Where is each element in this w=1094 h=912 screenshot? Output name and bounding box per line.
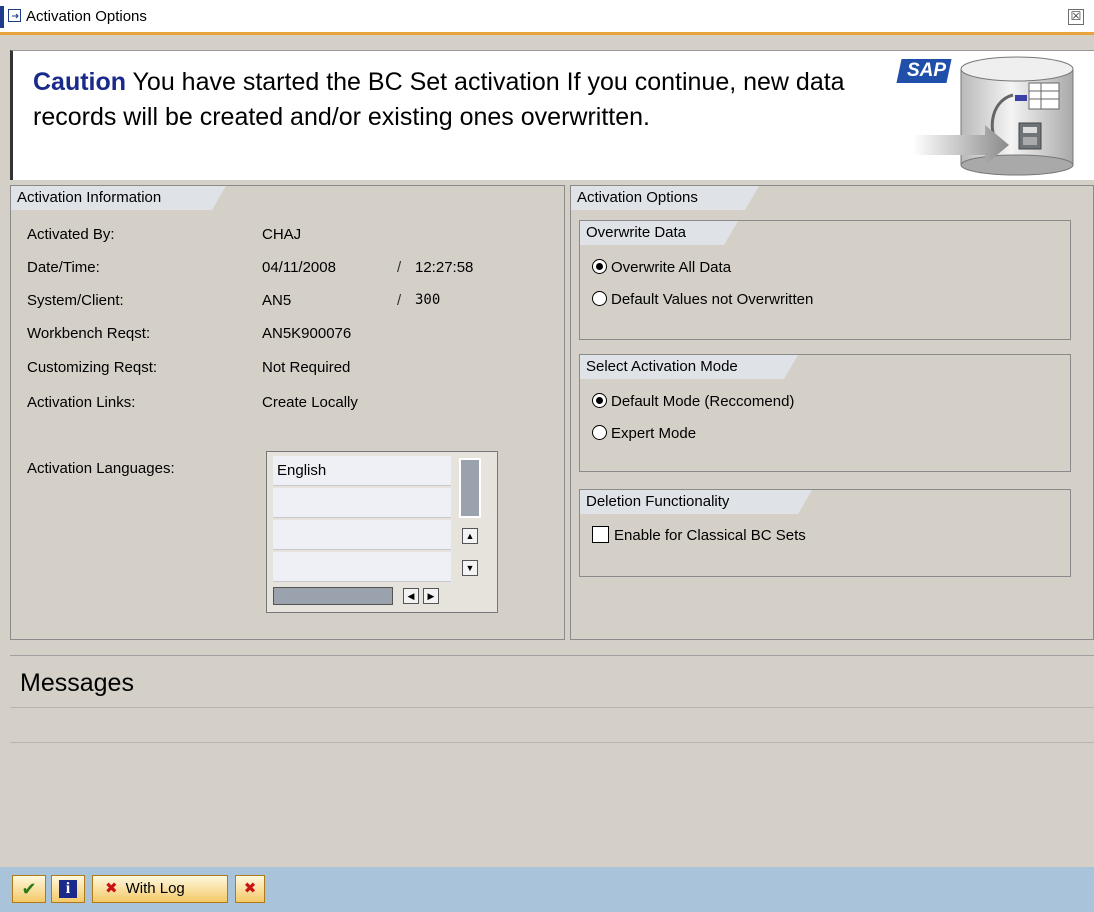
activation-links-value: Create Locally xyxy=(262,394,358,411)
activated-by-value: CHAJ xyxy=(262,226,302,243)
scroll-down-icon[interactable]: ▼ xyxy=(462,560,478,576)
overwrite-all-data-radio[interactable]: Overwrite All Data xyxy=(592,259,731,276)
enable-classical-bc-sets-label: Enable for Classical BC Sets xyxy=(614,527,806,544)
radio-selected-icon xyxy=(592,259,607,274)
database-graphic-icon xyxy=(913,56,1074,176)
activation-mode-title: Select Activation Mode xyxy=(580,355,798,379)
expert-mode-radio[interactable]: Expert Mode xyxy=(592,425,696,442)
scroll-up-icon[interactable]: ▲ xyxy=(462,528,478,544)
window-title: Activation Options xyxy=(26,8,147,25)
scroll-left-icon[interactable]: ◀ xyxy=(403,588,419,604)
bottom-toolbar: ✔ i ✖ With Log ✖ xyxy=(0,867,1094,912)
window-titlebar: Activation Options ☒ xyxy=(0,0,1094,35)
overwrite-data-group: Overwrite Data Overwrite All Data Defaul… xyxy=(579,220,1071,340)
system-value: AN5 xyxy=(262,292,292,309)
client-value: 300 xyxy=(415,292,441,308)
date-time-label: Date/Time: xyxy=(27,259,100,276)
default-values-not-overwritten-radio[interactable]: Default Values not Overwritten xyxy=(592,291,813,308)
radio-unselected-icon xyxy=(592,425,607,440)
check-icon: ✔ xyxy=(21,879,37,899)
activation-information-panel: Activation Information Activated By: CHA… xyxy=(10,185,565,640)
messages-title: Messages xyxy=(20,669,134,697)
caution-message: You have started the BC Set activation I… xyxy=(33,68,845,131)
messages-area: Messages xyxy=(10,655,1094,855)
system-client-separator: / xyxy=(397,292,402,309)
close-icon[interactable]: ☒ xyxy=(1068,9,1084,25)
cancel-button[interactable]: ✖ xyxy=(235,875,265,903)
activation-mode-group: Select Activation Mode Default Mode (Rec… xyxy=(579,354,1071,472)
language-cell[interactable] xyxy=(273,520,451,550)
system-client-label: System/Client: xyxy=(27,292,124,309)
overwrite-all-data-label: Overwrite All Data xyxy=(611,259,732,276)
expert-mode-label: Expert Mode xyxy=(611,425,697,442)
deletion-functionality-title: Deletion Functionality xyxy=(580,490,812,514)
continue-button[interactable]: ✔ xyxy=(12,875,46,903)
deletion-functionality-group: Deletion Functionality Enable for Classi… xyxy=(579,489,1071,577)
activation-languages-table: English ▲ ▼ ◀ ▶ xyxy=(266,451,498,613)
horizontal-scroll-thumb[interactable] xyxy=(273,587,393,605)
radio-selected-icon xyxy=(592,393,607,408)
activation-languages-label: Activation Languages: xyxy=(27,460,175,477)
default-values-not-overwritten-label: Default Values not Overwritten xyxy=(611,291,814,308)
default-mode-label: Default Mode (Reccomend) xyxy=(611,393,795,410)
activation-options-tab: Activation Options xyxy=(571,186,759,210)
default-mode-radio[interactable]: Default Mode (Reccomend) xyxy=(592,393,794,410)
date-value: 04/11/2008 xyxy=(262,259,336,276)
date-time-separator: / xyxy=(397,259,402,276)
vertical-scroll-thumb[interactable] xyxy=(459,458,481,518)
customizing-reqst-label: Customizing Reqst: xyxy=(27,359,158,376)
cancel-icon: ✖ xyxy=(243,880,257,897)
workbench-reqst-value: AN5K900076 xyxy=(262,325,352,342)
activation-information-tab: Activation Information xyxy=(11,186,226,210)
caution-label: Caution xyxy=(33,68,127,96)
customizing-reqst-value: Not Required xyxy=(262,359,351,376)
activation-links-label: Activation Links: xyxy=(27,394,136,411)
messages-divider xyxy=(10,742,1094,743)
enable-classical-bc-sets-checkbox[interactable]: Enable for Classical BC Sets xyxy=(592,526,806,544)
info-icon: i xyxy=(59,880,77,898)
languages-vertical-scrollbar[interactable]: ▲ ▼ xyxy=(456,458,484,578)
caution-text: Caution You have started the BC Set acti… xyxy=(33,65,853,135)
window-icon xyxy=(8,9,21,22)
language-cell[interactable] xyxy=(273,552,451,582)
activated-by-label: Activated By: xyxy=(27,226,115,243)
scroll-right-icon[interactable]: ▶ xyxy=(423,588,439,604)
caution-banner: Caution You have started the BC Set acti… xyxy=(10,50,1094,180)
activation-options-panel: Activation Options Overwrite Data Overwr… xyxy=(570,185,1094,640)
with-log-button[interactable]: ✖ With Log xyxy=(92,875,228,903)
checkbox-unchecked-icon xyxy=(592,526,609,543)
information-button[interactable]: i xyxy=(51,875,85,903)
language-cell[interactable] xyxy=(273,488,451,518)
overwrite-data-title: Overwrite Data xyxy=(580,221,738,245)
workbench-reqst-label: Workbench Reqst: xyxy=(27,325,151,342)
messages-divider xyxy=(10,707,1094,708)
radio-unselected-icon xyxy=(592,291,607,306)
language-cell[interactable]: English xyxy=(273,456,451,486)
time-value: 12:27:58 xyxy=(415,259,474,276)
titlebar-accent xyxy=(0,6,4,28)
cancel-cross-icon: ✖ xyxy=(105,880,118,897)
with-log-label: With Log xyxy=(125,880,185,897)
